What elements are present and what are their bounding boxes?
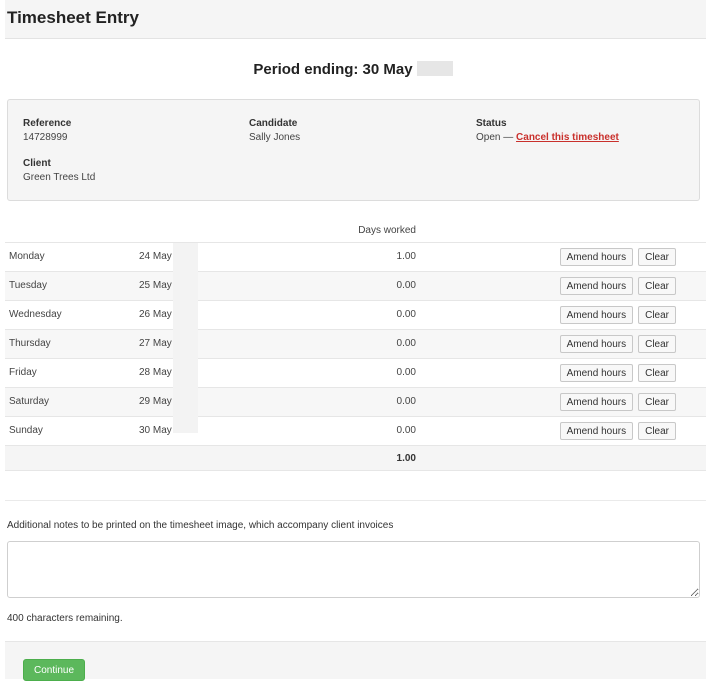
row-actions: Amend hours Clear [559, 277, 676, 295]
table-row: Sunday 30 May 0.00 Amend hours Clear [5, 416, 706, 445]
client-label: Client [23, 158, 51, 169]
reference-label: Reference [23, 118, 72, 129]
table-row: Friday 28 May 0.00 Amend hours Clear [5, 358, 706, 387]
row-actions: Amend hours Clear [559, 364, 676, 382]
day-date: 30 May [139, 425, 172, 436]
timesheet-table: Monday 24 May 1.00 Amend hours Clear Tue… [5, 242, 706, 471]
reference-value: 14728999 [23, 132, 68, 143]
days-worked-value: 0.00 [396, 425, 416, 436]
amend-hours-button[interactable]: Amend hours [559, 248, 634, 266]
table-row: Thursday 27 May 0.00 Amend hours Clear [5, 329, 706, 358]
status-value: Open — [476, 132, 514, 143]
candidate-label: Candidate [249, 118, 298, 129]
page-title: Timesheet Entry [7, 8, 139, 27]
row-actions: Amend hours Clear [559, 422, 676, 440]
table-row: Saturday 29 May 0.00 Amend hours Clear [5, 387, 706, 416]
client-value: Green Trees Ltd [23, 172, 96, 183]
status-value-line: Open — Cancel this timesheet [476, 132, 619, 143]
status-field: Status Open — Cancel this timesheet [476, 118, 619, 143]
day-date: 28 May [139, 367, 172, 378]
day-name: Wednesday [9, 309, 62, 320]
row-actions: Amend hours Clear [559, 335, 676, 353]
amend-hours-button[interactable]: Amend hours [559, 277, 634, 295]
page-header: Timesheet Entry [5, 0, 706, 39]
cancel-timesheet-link[interactable]: Cancel this timesheet [516, 132, 619, 143]
table-row: Tuesday 25 May 0.00 Amend hours Clear [5, 271, 706, 300]
amend-hours-button[interactable]: Amend hours [559, 364, 634, 382]
notes-label: Additional notes to be printed on the ti… [7, 520, 394, 531]
clear-button[interactable]: Clear [638, 277, 676, 295]
table-row: Wednesday 26 May 0.00 Amend hours Clear [5, 300, 706, 329]
row-actions: Amend hours Clear [559, 306, 676, 324]
day-name: Tuesday [9, 280, 47, 291]
status-label: Status [476, 118, 507, 129]
day-date: 24 May [139, 251, 172, 262]
day-date: 27 May [139, 338, 172, 349]
days-worked-value: 1.00 [396, 251, 416, 262]
period-heading: Period ending: 30 May [0, 61, 706, 78]
section-divider [5, 500, 706, 501]
amend-hours-button[interactable]: Amend hours [559, 306, 634, 324]
day-name: Friday [9, 367, 37, 378]
total-row: 1.00 [5, 445, 706, 471]
period-label: Period ending: 30 May [253, 61, 413, 78]
timesheet-info-panel: Reference 14728999 Candidate Sally Jones… [7, 99, 700, 201]
day-date: 25 May [139, 280, 172, 291]
clear-button[interactable]: Clear [638, 364, 676, 382]
amend-hours-button[interactable]: Amend hours [559, 422, 634, 440]
day-date: 26 May [139, 309, 172, 320]
clear-button[interactable]: Clear [638, 422, 676, 440]
row-actions: Amend hours Clear [559, 393, 676, 411]
amend-hours-button[interactable]: Amend hours [559, 335, 634, 353]
day-name: Sunday [9, 425, 43, 436]
days-worked-value: 0.00 [396, 396, 416, 407]
clear-button[interactable]: Clear [638, 393, 676, 411]
candidate-value: Sally Jones [249, 132, 301, 143]
days-worked-value: 0.00 [396, 309, 416, 320]
clear-button[interactable]: Clear [638, 248, 676, 266]
total-days-value: 1.00 [396, 453, 416, 464]
characters-remaining: 400 characters remaining. [7, 613, 123, 624]
redacted-year-column [173, 243, 198, 433]
reference-field: Reference 14728999 [23, 118, 71, 143]
clear-button[interactable]: Clear [638, 306, 676, 324]
day-name: Monday [9, 251, 45, 262]
row-actions: Amend hours Clear [559, 248, 676, 266]
day-date: 29 May [139, 396, 172, 407]
days-worked-value: 0.00 [396, 280, 416, 291]
notes-textarea[interactable] [7, 541, 700, 598]
clear-button[interactable]: Clear [638, 335, 676, 353]
candidate-field: Candidate Sally Jones [249, 118, 300, 143]
day-name: Saturday [9, 396, 50, 407]
client-field: Client Green Trees Ltd [23, 158, 95, 183]
form-footer: Continue [5, 641, 706, 681]
redacted-year [416, 61, 453, 76]
days-worked-header: Days worked [358, 225, 416, 236]
days-worked-value: 0.00 [396, 338, 416, 349]
amend-hours-button[interactable]: Amend hours [559, 393, 634, 411]
table-row: Monday 24 May 1.00 Amend hours Clear [5, 242, 706, 271]
day-name: Thursday [9, 338, 51, 349]
days-worked-value: 0.00 [396, 367, 416, 378]
